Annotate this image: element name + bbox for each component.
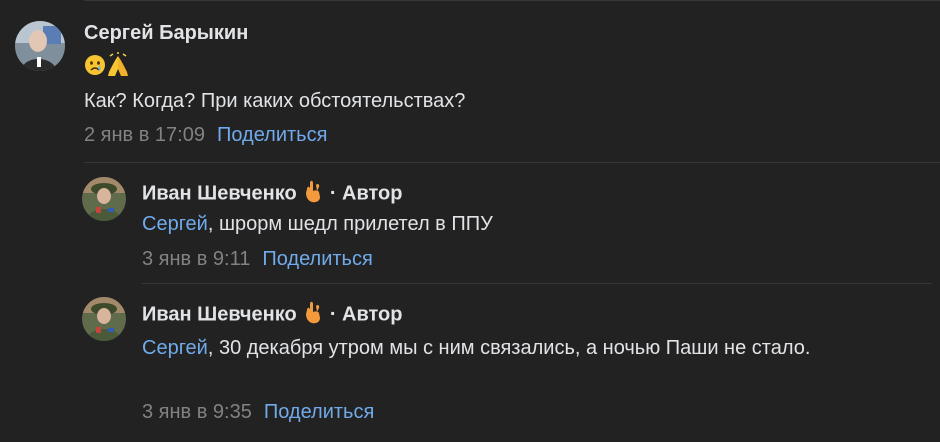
comment-text: Сергей, 30 декабря утром мы с ним связал… — [142, 333, 902, 364]
comment-author: Иван Шевченко · Автор — [142, 179, 402, 209]
author-name[interactable]: Иван Шевченко — [142, 182, 297, 204]
emoji-line — [84, 52, 130, 82]
praying-hands-icon — [106, 52, 130, 88]
author-name[interactable]: Иван Шевченко — [142, 303, 297, 325]
comment-meta: 3 янв в 9:11 Поделиться — [142, 248, 373, 271]
share-link[interactable]: Поделиться — [264, 401, 374, 423]
comments-thread: Сергей Барыкин Как? Когда? При каких обс… — [0, 0, 940, 442]
avatar[interactable] — [82, 177, 126, 221]
divider — [84, 162, 940, 163]
mention-link[interactable]: Сергей — [142, 213, 208, 235]
comment-meta: 3 янв в 9:35 Поделиться — [142, 401, 374, 424]
comment-author: Иван Шевченко · Автор — [142, 300, 402, 330]
comment-meta: 2 янв в 17:09 Поделиться — [84, 124, 327, 147]
comment-text: Как? Когда? При каких обстоятельствах? — [84, 90, 466, 112]
divider — [84, 0, 940, 1]
comment-date[interactable]: 3 янв в 9:11 — [142, 248, 250, 270]
share-link[interactable]: Поделиться — [262, 248, 372, 270]
avatar[interactable] — [82, 297, 126, 341]
mention-link[interactable]: Сергей — [142, 337, 208, 359]
comment-date[interactable]: 2 янв в 17:09 — [84, 124, 205, 146]
avatar[interactable] — [15, 21, 65, 71]
comment-text: Сергей, шрорм шедл прилетел в ППУ — [142, 209, 922, 240]
crying-face-icon — [84, 54, 106, 86]
author-tag: · Автор — [329, 303, 403, 326]
comment-body: , шрорм шедл прилетел в ППУ — [207, 213, 493, 235]
comment-date[interactable]: 3 янв в 9:35 — [142, 401, 252, 423]
comment-author[interactable]: Сергей Барыкин — [84, 22, 248, 45]
comment-body: , 30 декабря утром мы с ним связались, а… — [207, 337, 811, 359]
author-tag: · Автор — [329, 182, 403, 205]
share-link[interactable]: Поделиться — [217, 124, 327, 146]
divider — [142, 283, 932, 284]
call-me-hand-icon — [302, 300, 324, 330]
call-me-hand-icon — [302, 179, 324, 209]
